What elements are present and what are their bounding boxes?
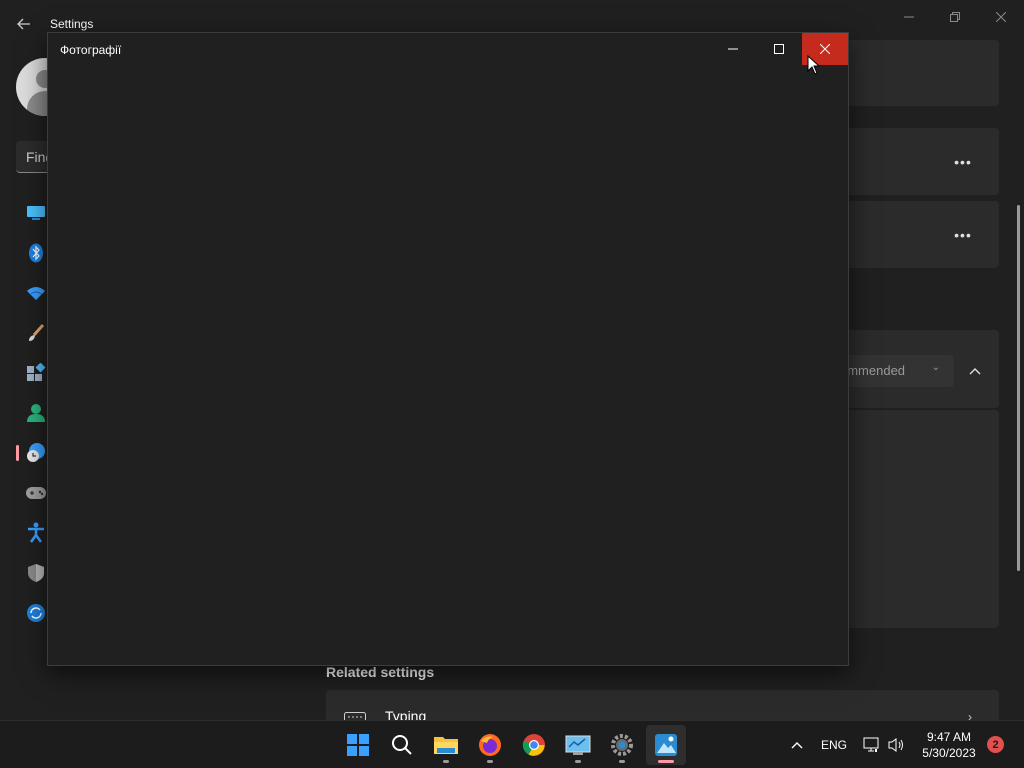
taskbar-start-button[interactable] <box>338 725 378 765</box>
speaker-icon <box>888 738 903 752</box>
nav-gaming[interactable] <box>24 481 48 505</box>
photos-window: Фотографії <box>47 32 849 666</box>
nav-accounts[interactable] <box>24 401 48 425</box>
photos-maximize-button[interactable] <box>756 33 802 65</box>
chevron-up-icon <box>791 742 803 749</box>
nav-windows-update[interactable] <box>24 601 48 625</box>
accessibility-icon <box>28 522 44 543</box>
settings-title: Settings <box>50 17 94 31</box>
chevron-down-icon: ⌄ <box>931 362 940 373</box>
nav-system[interactable] <box>24 201 48 225</box>
language-indicator[interactable]: ENG <box>818 721 850 768</box>
monitor-icon <box>27 206 45 220</box>
maximize-icon <box>774 44 784 54</box>
network-tray-icon[interactable] <box>860 721 884 768</box>
settings-card-expanded-content <box>826 410 999 628</box>
settings-scrollbar[interactable] <box>1017 205 1020 571</box>
mouse-cursor-icon <box>807 55 821 75</box>
photos-icon <box>655 734 677 756</box>
shield-icon <box>28 564 44 582</box>
taskbar-clock[interactable]: 9:47 AM 5/30/2023 <box>914 729 984 761</box>
nav-bluetooth[interactable] <box>24 241 48 265</box>
taskbar-settings[interactable] <box>602 725 642 765</box>
photos-minimize-button[interactable] <box>710 33 756 65</box>
running-indicator <box>575 760 581 763</box>
minimize-icon <box>728 48 738 50</box>
restore-icon <box>950 12 960 22</box>
minimize-icon <box>904 16 914 18</box>
running-indicator <box>658 760 674 763</box>
gear-icon <box>611 734 633 756</box>
search-icon <box>392 735 412 755</box>
chrome-icon <box>522 734 545 756</box>
settings-close-button[interactable] <box>978 4 1024 30</box>
clock-time: 9:47 AM <box>926 730 972 744</box>
bluetooth-icon <box>29 243 43 263</box>
nav-personalization[interactable] <box>24 321 48 345</box>
apps-icon <box>27 363 46 381</box>
nav-apps[interactable] <box>24 361 48 385</box>
show-hidden-icons-button[interactable] <box>785 721 809 768</box>
nav-network[interactable] <box>24 281 48 305</box>
wifi-icon <box>27 287 45 300</box>
update-icon <box>27 604 45 622</box>
photos-window-title: Фотографії <box>60 43 122 57</box>
gamepad-icon <box>26 487 46 499</box>
firefox-icon <box>479 734 501 756</box>
nav-time-language[interactable] <box>24 441 48 465</box>
network-icon <box>863 737 879 752</box>
control-panel-icon <box>565 735 591 755</box>
volume-tray-icon[interactable] <box>884 721 908 768</box>
settings-card-1[interactable] <box>826 128 999 195</box>
more-options-button-1[interactable]: ••• <box>953 152 973 172</box>
clock-date: 5/30/2023 <box>922 746 976 760</box>
related-settings-heading: Related settings <box>326 664 435 680</box>
taskbar-search-button[interactable] <box>382 725 422 765</box>
close-icon <box>996 12 1006 22</box>
desktop: Settings Find ••• ••• ommended ⌄ Related… <box>0 0 1024 768</box>
taskbar-chrome[interactable] <box>514 725 554 765</box>
running-indicator <box>619 760 625 763</box>
paintbrush-icon <box>29 323 45 341</box>
collapse-button[interactable] <box>962 358 988 384</box>
more-icon: ••• <box>954 154 972 170</box>
taskbar-control-panel[interactable] <box>558 725 598 765</box>
nav-active-indicator <box>16 445 19 461</box>
nav-privacy-security[interactable] <box>24 561 48 585</box>
settings-card-top <box>826 40 999 106</box>
dropdown-value: ommended <box>840 363 906 378</box>
running-indicator <box>443 760 449 763</box>
folder-icon <box>434 737 458 754</box>
settings-restore-button[interactable] <box>932 4 978 30</box>
taskbar: ENG 9:47 AM 5/30/2023 <box>0 720 1024 768</box>
windows-start-icon <box>347 734 369 756</box>
close-icon <box>820 44 830 54</box>
nav-accessibility[interactable] <box>24 521 48 545</box>
person-icon <box>27 404 45 422</box>
settings-card-2[interactable] <box>826 201 999 268</box>
taskbar-file-explorer[interactable] <box>426 725 466 765</box>
taskbar-photos[interactable] <box>646 725 686 765</box>
taskbar-firefox[interactable] <box>470 725 510 765</box>
more-icon: ••• <box>954 227 972 243</box>
chevron-up-icon <box>969 368 981 375</box>
running-indicator <box>487 760 493 763</box>
globe-clock-icon <box>27 443 45 462</box>
settings-minimize-button[interactable] <box>886 4 932 30</box>
recommended-dropdown[interactable]: ommended ⌄ <box>832 355 954 387</box>
more-options-button-2[interactable]: ••• <box>953 225 973 245</box>
back-button[interactable] <box>12 12 36 36</box>
notification-badge[interactable]: 2 <box>987 736 1004 753</box>
back-arrow-icon <box>17 18 30 30</box>
